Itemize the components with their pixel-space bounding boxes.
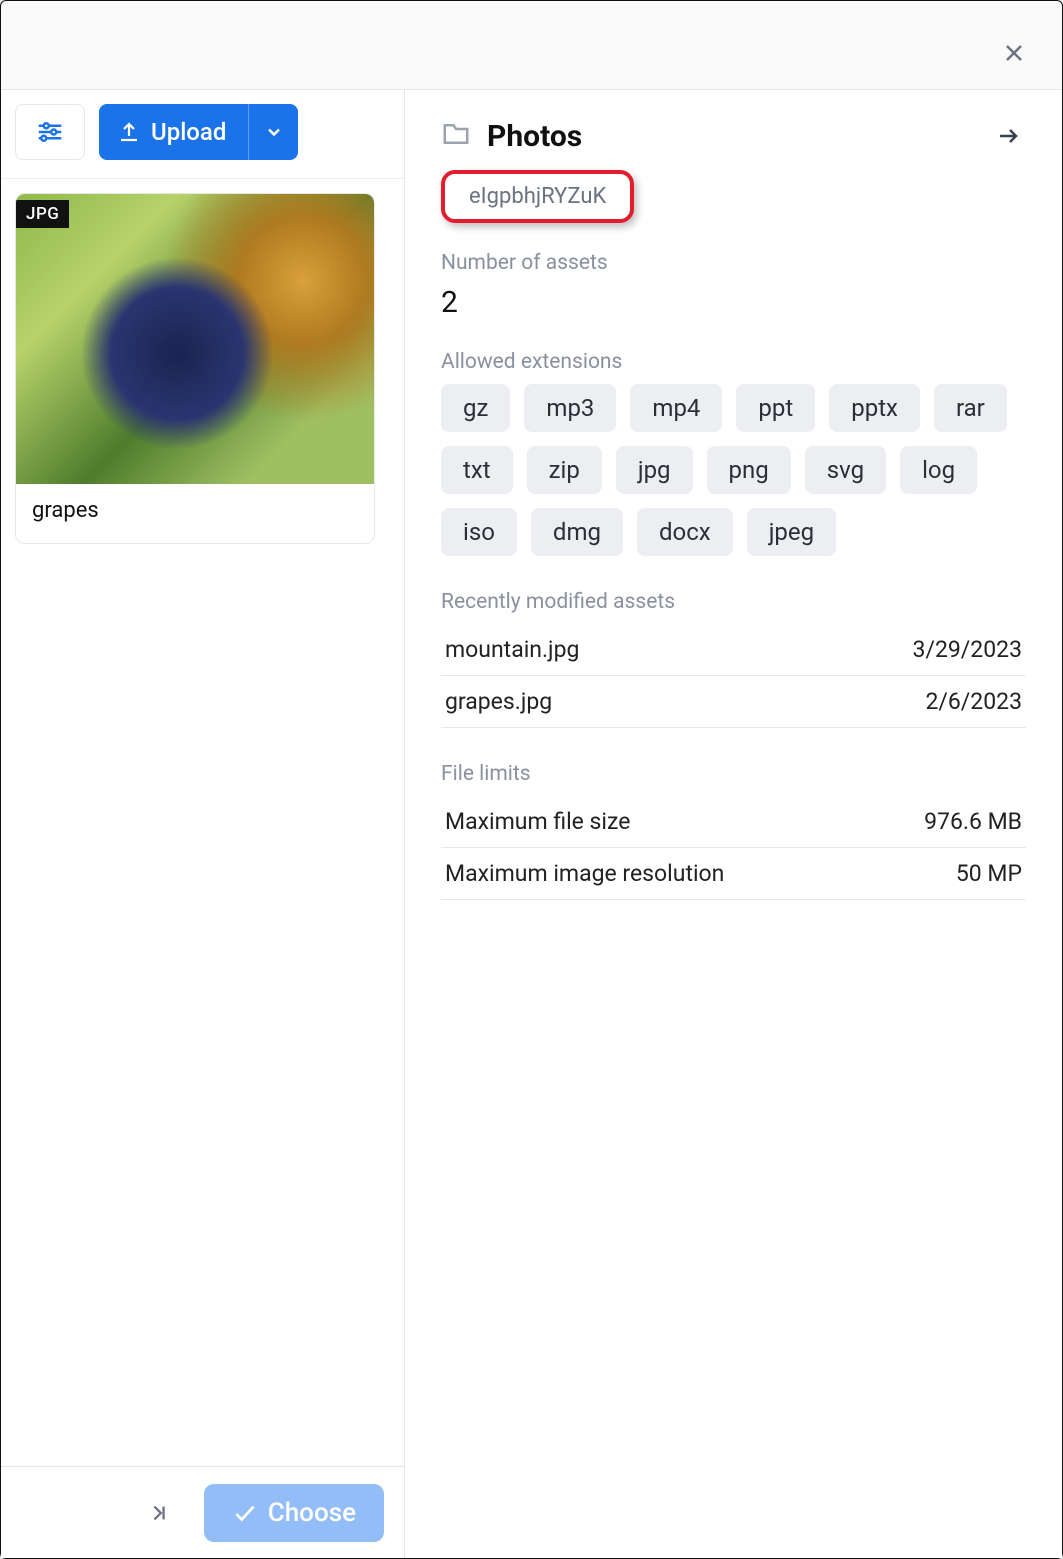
upload-more-button[interactable]	[248, 104, 298, 160]
check-icon	[232, 1500, 258, 1526]
extension-tag: docx	[637, 508, 733, 556]
extension-tag: ppt	[736, 384, 815, 432]
extension-tag: log	[900, 446, 977, 494]
file-type-badge: JPG	[16, 200, 69, 228]
extension-tag: jpeg	[747, 508, 836, 556]
sliders-icon	[35, 117, 65, 147]
details-pane: Photos eIgpbhjRYZuK Number of assets 2 A…	[405, 90, 1062, 1558]
asset-caption: grapes	[16, 484, 374, 543]
extension-tag: svg	[805, 446, 886, 494]
recent-list: mountain.jpg 3/29/2023 grapes.jpg 2/6/2023	[441, 624, 1026, 728]
extension-tag: png	[707, 446, 791, 494]
extensions-list: gzmp3mp4pptpptxrartxtzipjpgpngsvglogisod…	[441, 384, 1026, 556]
left-pane: Upload JPG grapes	[1, 90, 405, 1558]
extension-tag: iso	[441, 508, 517, 556]
assets-count-value: 2	[441, 285, 1026, 320]
extension-tag: dmg	[531, 508, 623, 556]
details-title-wrap: Photos	[441, 119, 582, 154]
recent-asset-date: 3/29/2023	[913, 636, 1022, 663]
extension-tag: jpg	[616, 446, 693, 494]
extension-tag: rar	[934, 384, 1007, 432]
skip-end-icon	[148, 1502, 170, 1524]
limit-value: 50 MP	[956, 860, 1022, 887]
close-icon	[1002, 41, 1026, 65]
folder-icon	[441, 119, 471, 153]
topbar	[1, 1, 1062, 31]
upload-label: Upload	[151, 118, 226, 146]
asset-card[interactable]: JPG grapes	[15, 193, 375, 544]
skip-to-end-button[interactable]	[134, 1488, 184, 1538]
upload-icon	[117, 120, 141, 144]
left-toolbar: Upload	[1, 90, 404, 179]
choose-label: Choose	[268, 1498, 356, 1528]
upload-group: Upload	[99, 104, 298, 160]
limit-value: 976.6 MB	[924, 808, 1022, 835]
body: Upload JPG grapes	[1, 89, 1062, 1558]
details-header: Photos	[441, 118, 1026, 154]
thumbnail-area: JPG grapes	[1, 179, 404, 1466]
chevron-down-icon	[264, 122, 284, 142]
recent-asset-name: mountain.jpg	[445, 636, 579, 663]
modal: Upload JPG grapes	[0, 0, 1063, 1559]
assets-count-label: Number of assets	[441, 251, 1026, 275]
extension-tag: txt	[441, 446, 513, 494]
folder-id-highlight[interactable]: eIgpbhjRYZuK	[441, 170, 634, 223]
limit-name: Maximum file size	[445, 808, 630, 835]
filter-button[interactable]	[15, 104, 85, 160]
extension-tag: mp3	[524, 384, 616, 432]
recent-row: grapes.jpg 2/6/2023	[441, 676, 1026, 728]
limit-row: Maximum image resolution 50 MP	[441, 848, 1026, 900]
close-button[interactable]	[994, 33, 1034, 73]
details-title: Photos	[487, 119, 582, 154]
recent-label: Recently modified assets	[441, 590, 1026, 614]
extension-tag: mp4	[630, 384, 722, 432]
limit-row: Maximum file size 976.6 MB	[441, 796, 1026, 848]
recent-asset-name: grapes.jpg	[445, 688, 552, 715]
limits-list: Maximum file size 976.6 MB Maximum image r…	[441, 796, 1026, 900]
left-footer: Choose	[1, 1466, 404, 1558]
extension-tag: gz	[441, 384, 510, 432]
upload-button[interactable]: Upload	[99, 104, 248, 160]
recent-row: mountain.jpg 3/29/2023	[441, 624, 1026, 676]
limit-name: Maximum image resolution	[445, 860, 724, 887]
limits-label: File limits	[441, 762, 1026, 786]
open-folder-button[interactable]	[990, 118, 1026, 154]
recent-asset-date: 2/6/2023	[925, 688, 1022, 715]
choose-button[interactable]: Choose	[204, 1484, 384, 1542]
arrow-right-icon	[996, 124, 1020, 148]
extension-tag: zip	[527, 446, 602, 494]
asset-thumbnail: JPG	[16, 194, 374, 484]
extensions-label: Allowed extensions	[441, 350, 1026, 374]
extension-tag: pptx	[829, 384, 920, 432]
